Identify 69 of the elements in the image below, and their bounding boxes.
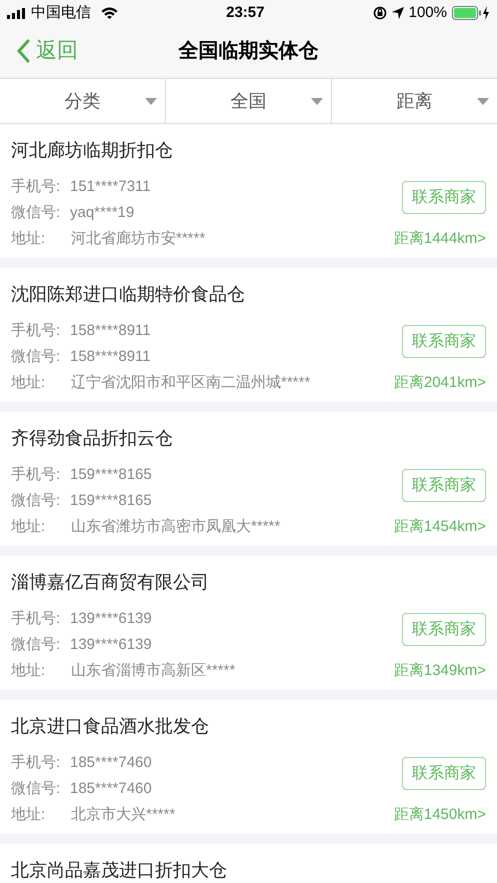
wifi-icon xyxy=(101,7,118,19)
distance-link[interactable]: 距离1349km> xyxy=(394,658,486,684)
contact-button[interactable]: 联系商家 xyxy=(402,613,486,646)
field-value: 北京市大兴***** xyxy=(71,804,176,825)
field-value: 139****6139 xyxy=(70,634,152,655)
field-label: 微信号: xyxy=(11,778,62,799)
back-chevron-icon xyxy=(16,39,30,63)
field-value: 151****7311 xyxy=(70,176,151,197)
dropdown-arrow-icon xyxy=(145,98,157,104)
field-label: 地址: xyxy=(11,516,46,537)
field-label: 地址: xyxy=(11,228,46,249)
dropdown-arrow-icon xyxy=(477,98,489,104)
store-name: 北京进口食品酒水批发仓 xyxy=(11,715,210,738)
field-label: 手机号: xyxy=(11,464,62,485)
store-card[interactable]: 齐得劲食品折扣云仓 手机号: 159****8165 微信号: 159****8165 地址: 山东省潍坊市高密市凤凰大***** 联系商家 距离1454km> xyxy=(0,412,497,546)
store-card[interactable]: 北京进口食品酒水批发仓 手机号: 185****7460 微信号: 185****7460 地址: 北京市大兴***** 联系商家 距离1450km> xyxy=(0,700,497,834)
dropdown-arrow-icon xyxy=(311,98,323,104)
store-name: 北京尚品嘉茂进口折扣大仓 xyxy=(11,859,228,882)
store-name: 齐得劲食品折扣云仓 xyxy=(11,427,174,450)
field-value: 185****7460 xyxy=(70,752,152,773)
signal-icon xyxy=(7,8,27,18)
field-value: 山东省淄博市高新区***** xyxy=(71,660,236,681)
rotation-lock-icon xyxy=(372,6,387,20)
field-label: 地址: xyxy=(11,804,46,825)
field-value: 辽宁省沈阳市和平区南二温州城***** xyxy=(71,372,310,393)
location-icon xyxy=(392,7,404,19)
contact-button[interactable]: 联系商家 xyxy=(402,181,486,214)
field-label: 手机号: xyxy=(11,320,62,341)
carrier-name: 中国电信 xyxy=(31,2,91,23)
back-link[interactable]: 返回 xyxy=(0,35,78,67)
store-card[interactable]: 河北廊坊临期折扣仓 手机号: 151****7311 微信号: yaq****19 地址: 河北省廊坊市安***** 联系商家 距离1444km> xyxy=(0,124,497,258)
field-label: 微信号: xyxy=(11,202,62,223)
field-value: 139****6139 xyxy=(70,608,152,629)
field-label: 地址: xyxy=(11,660,46,681)
contact-button[interactable]: 联系商家 xyxy=(402,325,486,358)
filter-dropdown[interactable]: 全国 xyxy=(166,79,332,123)
field-label: 微信号: xyxy=(11,346,62,367)
field-label: 手机号: xyxy=(11,176,62,197)
field-value: 159****8165 xyxy=(70,490,152,511)
page-title: 全国临期实体仓 xyxy=(178,38,318,64)
field-value: 河北省廊坊市安***** xyxy=(71,228,206,249)
store-name: 淄博嘉亿百商贸有限公司 xyxy=(11,571,210,594)
field-value: 158****8911 xyxy=(70,346,151,367)
field-value: yaq****19 xyxy=(70,202,134,223)
contact-button[interactable]: 联系商家 xyxy=(402,757,486,790)
store-name: 河北廊坊临期折扣仓 xyxy=(11,139,174,162)
field-value: 159****8165 xyxy=(70,464,152,485)
distance-link[interactable]: 距离1444km> xyxy=(394,226,486,252)
field-label: 微信号: xyxy=(11,490,62,511)
status-time: 23:57 xyxy=(226,2,264,23)
store-card[interactable]: 沈阳陈郑进口临期特价食品仓 手机号: 158****8911 微信号: 158****8911 地址: 辽宁省沈阳市和平区南二温州城***** 联系商家 距离2041km> xyxy=(0,268,497,402)
distance-link[interactable]: 距离2041km> xyxy=(394,370,486,396)
battery-charging-icon xyxy=(452,6,490,20)
store-name: 沈阳陈郑进口临期特价食品仓 xyxy=(11,283,246,306)
field-value: 185****7460 xyxy=(70,778,152,799)
store-card[interactable]: 北京尚品嘉茂进口折扣大仓 xyxy=(0,844,497,883)
field-value: 158****8911 xyxy=(70,320,151,341)
battery-percent: 100% xyxy=(408,2,447,23)
field-label: 手机号: xyxy=(11,608,62,629)
distance-link[interactable]: 距离1450km> xyxy=(394,802,486,828)
filter-dropdown[interactable]: 分类 xyxy=(0,79,166,123)
contact-button[interactable]: 联系商家 xyxy=(402,469,486,502)
field-label: 手机号: xyxy=(11,752,62,773)
store-card[interactable]: 淄博嘉亿百商贸有限公司 手机号: 139****6139 微信号: 139****6139 地址: 山东省淄博市高新区***** 联系商家 距离1349km> xyxy=(0,556,497,690)
distance-link[interactable]: 距离1454km> xyxy=(394,514,486,540)
field-label: 微信号: xyxy=(11,634,62,655)
field-value: 山东省潍坊市高密市凤凰大***** xyxy=(71,516,280,537)
filter-dropdown[interactable]: 距离 xyxy=(332,79,497,123)
field-label: 地址: xyxy=(11,372,46,393)
